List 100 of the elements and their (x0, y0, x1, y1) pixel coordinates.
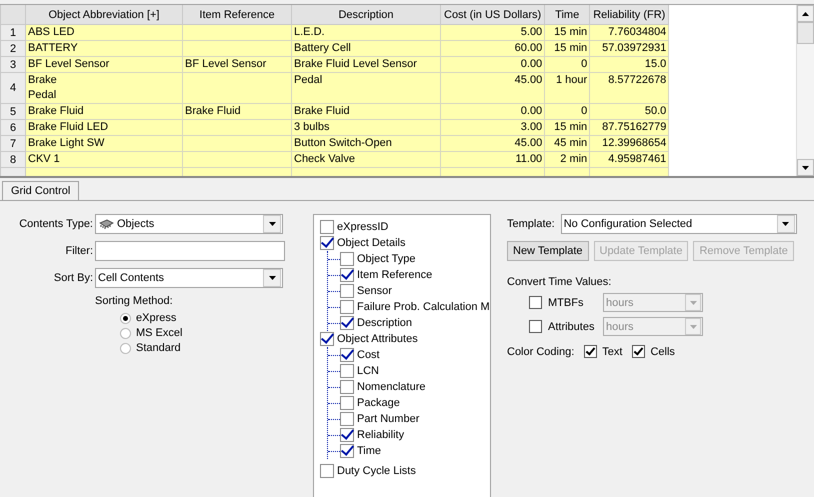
table-cell: 45.00 (440, 136, 545, 152)
chip-icon (98, 219, 114, 229)
column-header[interactable]: Reliability (FR) (590, 5, 669, 24)
sort-by-dropdown[interactable]: Cell Contents (95, 268, 283, 288)
tree-item[interactable]: Package (340, 395, 400, 411)
row-number: 6 (0, 120, 26, 136)
column-header[interactable]: Item Reference (182, 5, 292, 24)
table-cell: 11.00 (440, 152, 545, 168)
table-cell: BATTERY (26, 40, 182, 56)
table-cell: 4.95987461 (590, 152, 669, 168)
radio-option[interactable]: eXpress (120, 312, 300, 324)
table-cell: 15 min (544, 40, 590, 56)
table-cell: 8.57722678 (590, 72, 669, 104)
table-cell: 50.0 (590, 104, 669, 120)
scroll-up-button[interactable] (797, 5, 814, 22)
table-cell: Brake Fluid (26, 104, 182, 120)
scrollbar-thumb[interactable] (797, 22, 814, 44)
row-number: 4 (0, 72, 26, 104)
down-arrow-icon (802, 166, 809, 170)
vertical-scrollbar[interactable] (796, 5, 814, 176)
table-cell: 0.00 (440, 56, 545, 72)
up-arrow-icon (802, 12, 809, 16)
tree-item[interactable]: Cost (340, 347, 380, 363)
tree-item[interactable]: Duty Cycle Lists (320, 463, 490, 479)
row-number: 8 (0, 152, 26, 168)
sorting-method-label: Sorting Method: (94, 295, 174, 307)
filter-field[interactable] (95, 241, 285, 261)
table-cell: Brake Fluid (292, 104, 440, 120)
table-cell: 57.03972931 (590, 40, 669, 56)
checkbox[interactable]: Text (584, 345, 622, 358)
table-cell: 45 min (544, 136, 590, 152)
tree-item[interactable]: Time (340, 443, 382, 459)
table-cell: Check Valve (292, 152, 440, 168)
table-cell: Brake Fluid LED (26, 120, 182, 136)
table-cell: 87.75162779 (590, 120, 669, 136)
field-label: Contents Type: (18, 218, 94, 230)
column-header[interactable]: Time (544, 5, 590, 24)
row-number: 1 (0, 24, 26, 40)
convert-time-label: Convert Time Values: (507, 276, 612, 288)
caret-icon (690, 300, 696, 304)
table-cell: BF Level Sensor (26, 56, 182, 72)
table-cell: Battery Cell (292, 40, 440, 56)
tree-item[interactable]: Reliability (340, 427, 404, 443)
radio-option[interactable]: MS Excel (120, 327, 300, 339)
field-label: Sort By: (52, 272, 94, 284)
table-cell: Button Switch-Open (292, 136, 440, 152)
table-cell: 2 min (544, 152, 590, 168)
radio-option[interactable]: Standard (120, 342, 300, 354)
table-cell: 5.00 (440, 24, 545, 40)
table-cell: 7.76034804 (590, 24, 669, 40)
table-cell: 1 hour (544, 72, 590, 104)
tree-item[interactable]: Item Reference (340, 267, 432, 283)
table-cell: 60.00 (440, 40, 545, 56)
tree-item[interactable]: Part Number (340, 411, 420, 427)
template-button[interactable]: New Template (507, 241, 588, 261)
row-number: 2 (0, 40, 26, 56)
row-number: 7 (0, 136, 26, 152)
table-cell: 12.39968654 (590, 136, 669, 152)
table-cell: 0 (544, 56, 590, 72)
table-cell: 15 min (544, 120, 590, 136)
template-label: Template: (507, 218, 555, 230)
row-number: 5 (0, 104, 26, 120)
table-cell: Brake Fluid Level Sensor (292, 56, 440, 72)
corner-header (0, 5, 26, 24)
caret-icon (782, 222, 790, 226)
table-cell: 45.00 (440, 72, 545, 104)
field-label: Filter: (64, 245, 94, 257)
scroll-down-button[interactable] (797, 159, 814, 176)
table-cell: CKV 1 (26, 152, 182, 168)
contents-type-dropdown[interactable]: Objects (95, 214, 283, 234)
table-cell: 15 min (544, 24, 590, 40)
tree-item[interactable]: eXpressID (320, 219, 490, 235)
caret-icon (268, 222, 276, 226)
table-cell: 3 bulbs (292, 120, 440, 136)
tree-item[interactable]: Nomenclature (340, 379, 426, 395)
column-header[interactable]: Object Abbreviation [+] (26, 5, 182, 24)
table-cell: 0.00 (440, 104, 545, 120)
color-coding-label: Color Coding: (507, 346, 574, 358)
table-cell: Brake Light SW (26, 136, 182, 152)
column-header[interactable]: Description (292, 5, 440, 24)
tree-item[interactable]: Sensor (340, 283, 392, 299)
table-cell: Pedal (292, 72, 440, 104)
row-number: 3 (0, 56, 26, 72)
tree-item[interactable]: Object Type (340, 251, 416, 267)
checkbox[interactable]: Cells (632, 345, 675, 358)
table-cell: 15.0 (590, 56, 669, 72)
tree-item[interactable]: Failure Prob. Calculation M (340, 299, 490, 315)
tree-item[interactable]: Object Attributes (320, 331, 490, 347)
table-cell: Brake Fluid (182, 104, 292, 120)
table-cell: Brake Pedal (26, 72, 182, 104)
column-header[interactable]: Cost (in US Dollars) (440, 5, 545, 24)
template-dropdown[interactable]: No Configuration Selected (560, 214, 797, 234)
tree-item[interactable]: Description (340, 315, 412, 331)
table-cell: ABS LED (26, 24, 182, 40)
table-cell: BF Level Sensor (182, 56, 292, 72)
tab[interactable]: Grid Control (2, 181, 80, 200)
table-cell: 3.00 (440, 120, 545, 136)
tree-item[interactable]: LCN (340, 363, 380, 379)
tree-item[interactable]: Object Details (320, 235, 490, 251)
table-cell: 0 (544, 104, 590, 120)
